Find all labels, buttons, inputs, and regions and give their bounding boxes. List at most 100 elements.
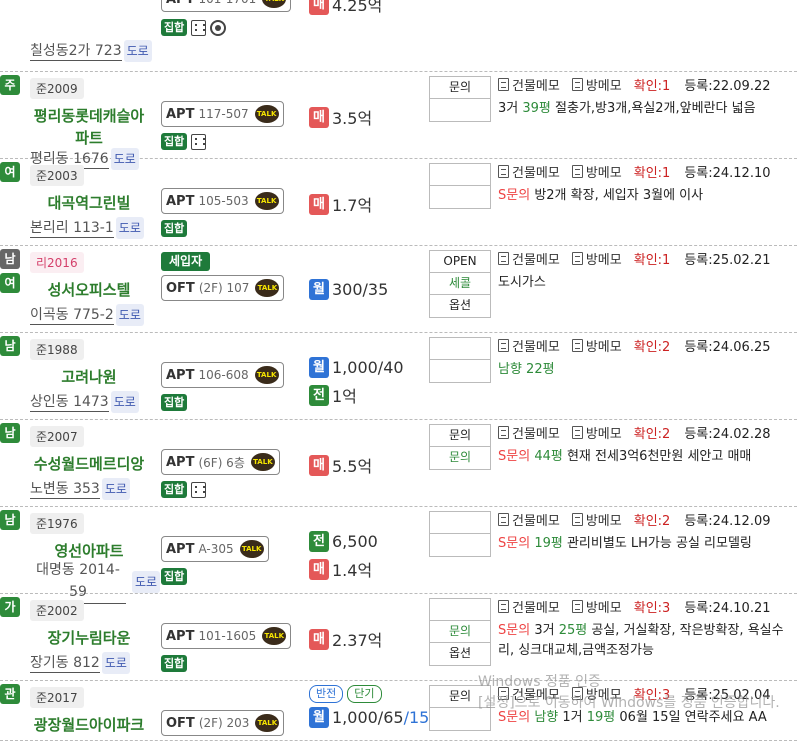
building-name-link[interactable]: 오페라코오롱하늘채 [22,0,156,2]
status-cell[interactable] [430,708,490,730]
room-memo-button[interactable]: 방메모 [571,684,622,703]
gender-badge: 여 [0,273,20,293]
building-name-link[interactable]: 성서오피스텔 [22,279,156,301]
room-memo-button[interactable]: 방메모 [571,249,622,268]
status-cell[interactable] [430,338,490,360]
room-memo-button[interactable]: 방메모 [571,75,622,94]
status-cell[interactable]: 문의 [430,77,490,99]
kakaotalk-icon[interactable]: TALK [254,105,279,123]
kakaotalk-icon[interactable]: TALK [255,279,280,297]
building-name-link[interactable]: 대곡역그린빌 [22,192,156,214]
property-type-box[interactable]: APT 117-507 TALK [161,101,284,127]
confirm-count[interactable]: 확인:2 [634,423,671,442]
listing-row[interactable]: 주 준2009 평리동롯데캐슬아 파트 평리동 1676 도로 APT 117-507 TALK… [0,72,797,170]
kakaotalk-icon[interactable]: TALK [262,0,287,8]
status-cell[interactable] [430,186,490,208]
status-cell[interactable] [430,360,490,382]
property-type-box[interactable]: APT 101-1605 TALK [161,623,292,649]
building-name-link[interactable]: 광장월드아이파크 [22,714,156,736]
area-value: 19평 [534,536,563,551]
confirm-count[interactable]: 확인:3 [634,597,671,616]
confirm-count[interactable]: 확인:2 [634,336,671,355]
status-cell[interactable] [430,164,490,186]
property-type-box[interactable]: APT A-305 TALK [161,536,269,562]
status-cell[interactable]: 문의 [430,621,490,643]
property-type-box[interactable]: APT (6F) 6층 TALK [161,449,280,475]
confirm-count[interactable]: 확인:1 [634,162,671,181]
floor-plan-icon[interactable] [191,19,207,36]
status-cell[interactable]: 문의 [430,447,490,469]
property-type-box[interactable]: APT 106-608 TALK [161,362,284,388]
listing-row[interactable]: 주오페라코오롱하늘채칠성동2가 723도로APT101-1701TALK집합매4… [0,0,797,72]
building-memo-button[interactable]: 건물메모 [498,336,560,355]
kakaotalk-icon[interactable]: TALK [254,366,279,384]
property-type-box[interactable]: OFT (2F) 107 TALK [161,275,285,301]
building-name-link[interactable]: 고려나원 [22,366,156,388]
confirm-count[interactable]: 확인:1 [634,249,671,268]
building-memo-button[interactable]: 건물메모 [498,75,560,94]
status-cell[interactable]: 문의 [430,425,490,447]
property-type-box[interactable]: OFT (2F) 203 TALK [161,710,285,736]
listing-row[interactable]: 남 준1988 고려나원 상인동 1473 도로 APT 106-608 TALK 집합 월 1,0… [0,333,797,420]
address-link[interactable]: 본리리 113-1 [30,219,114,238]
floor-plan-icon[interactable] [191,481,207,498]
listing-row[interactable]: 남 준2007 수성월드메르디앙 노변동 353 도로 APT (6F) 6층 TALK 집합 매… [0,420,797,507]
road-view-button[interactable]: 도로 [123,40,152,62]
property-type-box[interactable]: APT 101-1701 TALK [161,0,292,12]
listing-row[interactable]: 관 준2017 광장월드아이파크 OFT (2F) 203 TALK 반전 단기 월 1,000/… [0,681,797,741]
listing-row[interactable]: 가 준2002 장기누림타운 장기동 812 도로 APT 101-1605 TALK 집합 매 2… [0,594,797,681]
road-view-button[interactable]: 도로 [101,652,130,674]
status-cell[interactable] [430,599,490,621]
room-memo-button[interactable]: 방메모 [571,597,622,616]
road-view-button[interactable]: 도로 [115,217,144,239]
kakaotalk-icon[interactable]: TALK [250,453,275,471]
room-memo-button[interactable]: 방메모 [571,423,622,442]
status-cell[interactable]: OPEN [430,251,490,273]
room-memo-button[interactable]: 방메모 [571,162,622,181]
cctv-icon[interactable] [210,19,227,36]
listing-row[interactable]: 남 준1976 영선아파트 대명동 2014- 59 도로 APT A-305 TALK 집합 전 6… [0,507,797,604]
status-cell[interactable]: 세콜 [430,273,490,295]
address-link[interactable]: 노변동 353 [30,480,100,499]
building-memo-button[interactable]: 건물메모 [498,162,560,181]
kakaotalk-icon[interactable]: TALK [239,540,264,558]
status-cell[interactable]: 옵션 [430,643,490,665]
listing-row[interactable]: 남 여 리2016 성서오피스텔 이곡동 775-2 도로 세입자 OFT (2F) 107 TA… [0,246,797,333]
room-memo-button[interactable]: 방메모 [571,510,622,529]
address-link[interactable]: 장기동 812 [30,654,100,673]
building-memo-button[interactable]: 건물메모 [498,684,560,703]
confirm-count[interactable]: 확인:1 [634,75,671,94]
road-view-button[interactable]: 도로 [110,391,139,413]
building-memo-button[interactable]: 건물메모 [498,249,560,268]
status-cell[interactable]: 문의 [430,686,490,708]
memo-icon [571,687,583,700]
address-link[interactable]: 이곡동 775-2 [30,306,114,325]
kakaotalk-icon[interactable]: TALK [255,714,280,732]
status-cell[interactable] [430,512,490,534]
building-memo-button[interactable]: 건물메모 [498,597,560,616]
kakaotalk-icon[interactable]: TALK [262,627,287,645]
listing-row[interactable]: 여 준2003 대곡역그린빌 본리리 113-1 도로 APT 105-503 TALK 집합 매… [0,159,797,246]
address-link[interactable]: 칠성동2가 723 [30,42,122,61]
road-view-button[interactable]: 도로 [101,478,130,500]
kakaotalk-icon[interactable]: TALK [254,192,279,210]
gender-badge: 남 [0,510,20,530]
property-type: APT [166,367,195,383]
road-view-button[interactable]: 도로 [132,570,161,593]
building-name-link[interactable]: 수성월드메르디앙 [22,453,156,475]
building-name-link[interactable]: 평리동롯데캐슬아 파트 [22,105,156,149]
building-memo-button[interactable]: 건물메모 [498,510,560,529]
status-cell[interactable] [430,534,490,556]
room-memo-button[interactable]: 방메모 [571,336,622,355]
floor-plan-icon[interactable] [191,133,207,150]
confirm-count[interactable]: 확인:2 [634,510,671,529]
road-view-button[interactable]: 도로 [115,304,144,326]
status-cell[interactable]: 옵션 [430,295,490,317]
address-link[interactable]: 상인동 1473 [30,393,109,412]
building-name-link[interactable]: 장기누림타운 [22,627,156,649]
listing-description: S문의 19평 관리비별도 LH가능 공실 리모델링 [498,534,796,554]
building-memo-button[interactable]: 건물메모 [498,423,560,442]
confirm-count[interactable]: 확인:3 [634,684,671,703]
status-cell[interactable] [430,99,490,121]
property-type-box[interactable]: APT 105-503 TALK [161,188,284,214]
